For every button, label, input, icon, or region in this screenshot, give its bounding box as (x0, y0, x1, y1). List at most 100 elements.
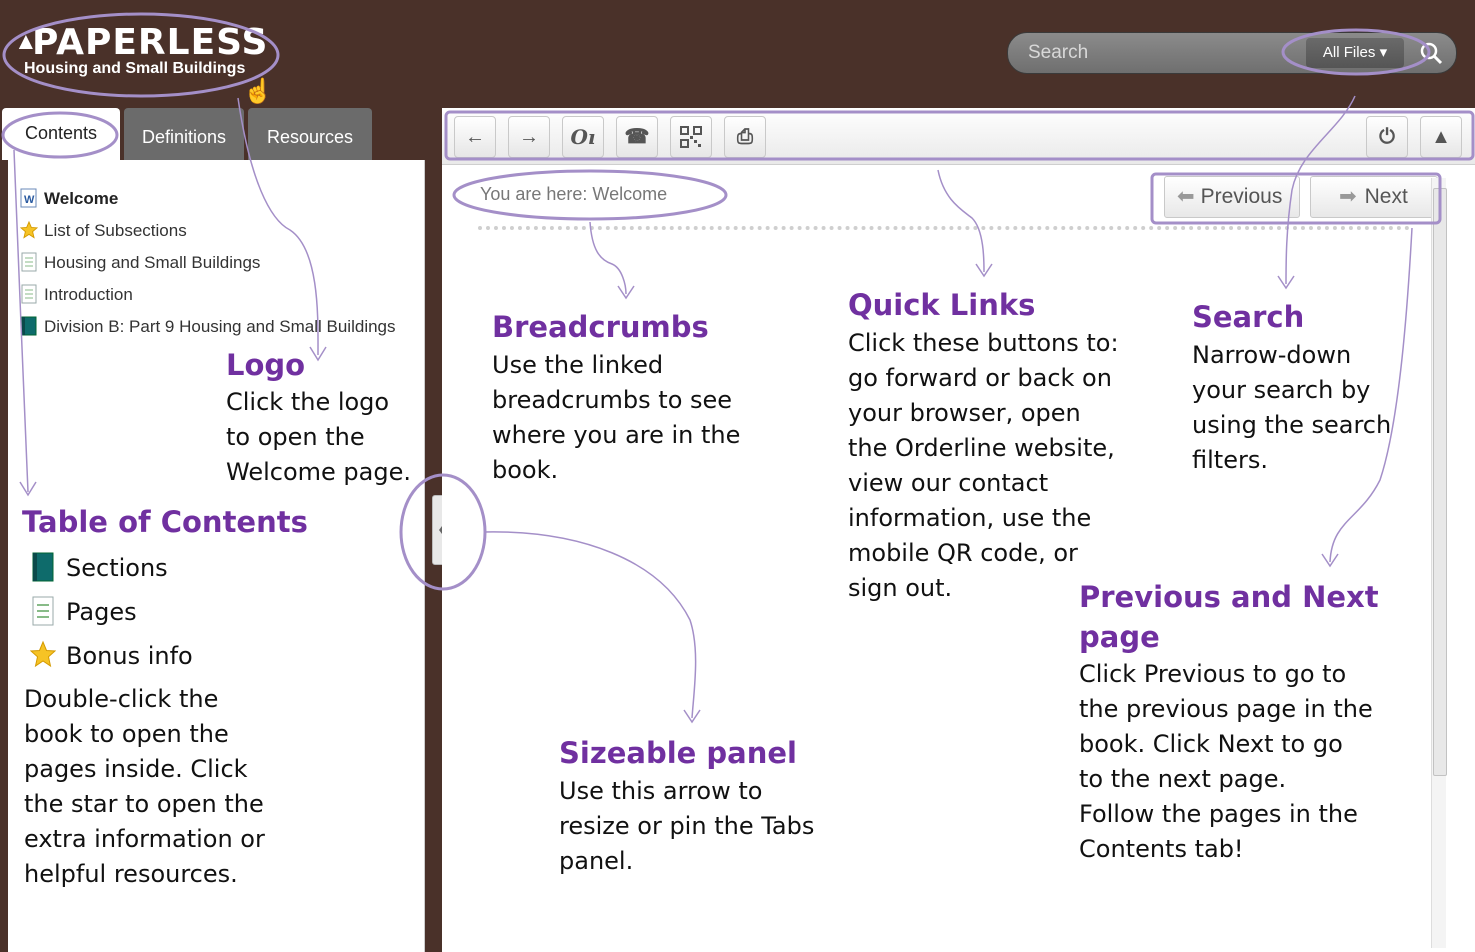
svg-text:W: W (24, 194, 35, 206)
tab-resources[interactable]: Resources (248, 108, 372, 160)
next-label: Next (1364, 185, 1408, 208)
legend-label: Bonus info (66, 642, 193, 670)
logo-annotation-body: Click the logo to open the Welcome page. (226, 385, 411, 490)
scrollbar-thumb[interactable] (1433, 188, 1447, 776)
toc-item-list-of-subsections[interactable]: List of Subsections (20, 219, 187, 243)
annotation-line: the star to open the (24, 790, 264, 818)
phone-icon[interactable]: ☎ (616, 116, 658, 158)
annotation-line: Narrow-down (1192, 341, 1352, 369)
divider (478, 226, 1410, 230)
annotation-line: Follow the pages in the (1079, 800, 1358, 828)
prev-next-annotation-body: Click Previous to go to the previous pag… (1079, 657, 1373, 867)
previous-button[interactable]: ⬅ Previous (1164, 176, 1300, 218)
annotation-line: to the next page. (1079, 765, 1287, 793)
legend-bonus: Bonus info (30, 640, 193, 670)
annotation-line: helpful resources. (24, 860, 238, 888)
previous-label: Previous (1200, 185, 1283, 208)
print-icon[interactable]: ⎙ (724, 116, 766, 158)
paperless-logo[interactable]: ▲ PAPERLESS Housing and Small Buildings (14, 22, 267, 92)
tab-contents[interactable]: Contents (2, 108, 120, 160)
pointer-hand-icon: ☝ (243, 78, 273, 105)
tree-icon[interactable]: ▲ (1420, 116, 1462, 158)
search-icon[interactable] (1418, 40, 1444, 66)
annotation-line: Use the linked (492, 351, 664, 379)
search-annotation-body: Narrow-down your search by using the sea… (1192, 338, 1391, 478)
forward-arrow-icon[interactable]: → (508, 116, 550, 158)
annotation-line: extra information or (24, 825, 265, 853)
annotation-line: your search by (1192, 376, 1371, 404)
prev-next-annotation-title: Previous and Next (1079, 580, 1379, 614)
arrow-left-icon: ⬅ (1177, 185, 1195, 208)
prev-next-annotation-title-2: page (1079, 620, 1160, 654)
page-icon (21, 252, 37, 272)
search-input[interactable] (1026, 39, 1280, 67)
sizeable-annotation-body: Use this arrow to resize or pin the Tabs… (559, 774, 814, 879)
tab-definitions[interactable]: Definitions (124, 108, 244, 160)
star-icon (20, 220, 38, 239)
toc-label: Housing and Small Buildings (44, 253, 261, 272)
sizeable-annotation-title: Sizeable panel (559, 736, 797, 770)
arrow-right-icon: ➡ (1339, 185, 1357, 208)
page-icon (32, 596, 54, 626)
toc-item-division-b[interactable]: Division B: Part 9 Housing and Small Bui… (20, 315, 396, 339)
qr-code-icon[interactable] (670, 116, 712, 158)
annotation-line: go forward or back on (848, 364, 1112, 392)
page-icon (21, 284, 37, 304)
book-icon (32, 552, 54, 582)
annotation-line: Welcome page. (226, 458, 411, 486)
annotation-line: using the search (1192, 411, 1392, 439)
toc-label: List of Subsections (44, 221, 187, 240)
star-icon (30, 640, 56, 668)
next-button[interactable]: ➡ Next (1310, 176, 1438, 218)
annotation-line: information, use the (848, 504, 1092, 532)
annotation-line: Use this arrow to (559, 777, 763, 805)
annotation-line: Click Previous to go to (1079, 660, 1347, 688)
vertical-scrollbar[interactable] (1431, 178, 1447, 948)
legend-sections: Sections (30, 552, 168, 582)
annotation-line: sign out. (848, 574, 953, 602)
annotation-line: Click the logo (226, 388, 390, 416)
toc-item-introduction[interactable]: Introduction (20, 283, 133, 307)
legend-label: Sections (66, 554, 168, 582)
breadcrumb[interactable]: You are here: Welcome (480, 184, 667, 205)
file-filter-dropdown[interactable]: All Files ▾ (1306, 38, 1404, 68)
annotation-line: Contents tab! (1079, 835, 1244, 863)
annotation-line: book. (492, 456, 559, 484)
power-icon[interactable]: ⏻ (1366, 116, 1408, 158)
search-bar: All Files ▾ (1007, 32, 1457, 74)
annotation-line: book to open the (24, 720, 229, 748)
annotation-line: book. Click Next to go (1079, 730, 1343, 758)
annotation-line: the previous page in the (1079, 695, 1373, 723)
annotation-line: filters. (1192, 446, 1268, 474)
legend-label: Pages (66, 598, 137, 626)
qr-glyph (680, 126, 702, 148)
toc-item-welcome[interactable]: W Welcome (20, 187, 118, 211)
toc-label: Welcome (44, 189, 119, 208)
breadcrumbs-annotation-body: Use the linked breadcrumbs to see where … (492, 348, 740, 488)
toc-annotation-body: Double-click the book to open the pages … (24, 682, 265, 892)
annotation-line: pages inside. Click (24, 755, 248, 783)
annotation-line: your browser, open (848, 399, 1081, 427)
annotation-line: Double-click the (24, 685, 219, 713)
book-icon (21, 316, 37, 336)
back-arrow-icon[interactable]: ← (454, 116, 496, 158)
legend-pages: Pages (30, 596, 137, 626)
annotation-line: to open the (226, 423, 365, 451)
orderline-icon[interactable]: Oı (562, 116, 604, 158)
logo-subtitle: Housing and Small Buildings (24, 60, 246, 77)
toc-item-housing[interactable]: Housing and Small Buildings (20, 251, 260, 275)
annotation-line: view our contact (848, 469, 1049, 497)
toc-label: Division B: Part 9 Housing and Small Bui… (44, 317, 396, 336)
breadcrumbs-annotation-title: Breadcrumbs (492, 310, 709, 344)
annotation-line: panel. (559, 847, 634, 875)
annotation-line: where you are in the (492, 421, 741, 449)
quick-links-annotation-title: Quick Links (848, 288, 1036, 322)
word-doc-icon: W (20, 188, 37, 208)
annotation-line: breadcrumbs to see (492, 386, 733, 414)
annotation-line: mobile QR code, or (848, 539, 1078, 567)
toc-annotation-title: Table of Contents (22, 505, 308, 539)
logo-text: PAPERLESS (32, 22, 269, 63)
annotation-line: resize or pin the Tabs (559, 812, 815, 840)
annotation-line: the Orderline website, (848, 434, 1115, 462)
logo-annotation-title: Logo (226, 348, 306, 382)
